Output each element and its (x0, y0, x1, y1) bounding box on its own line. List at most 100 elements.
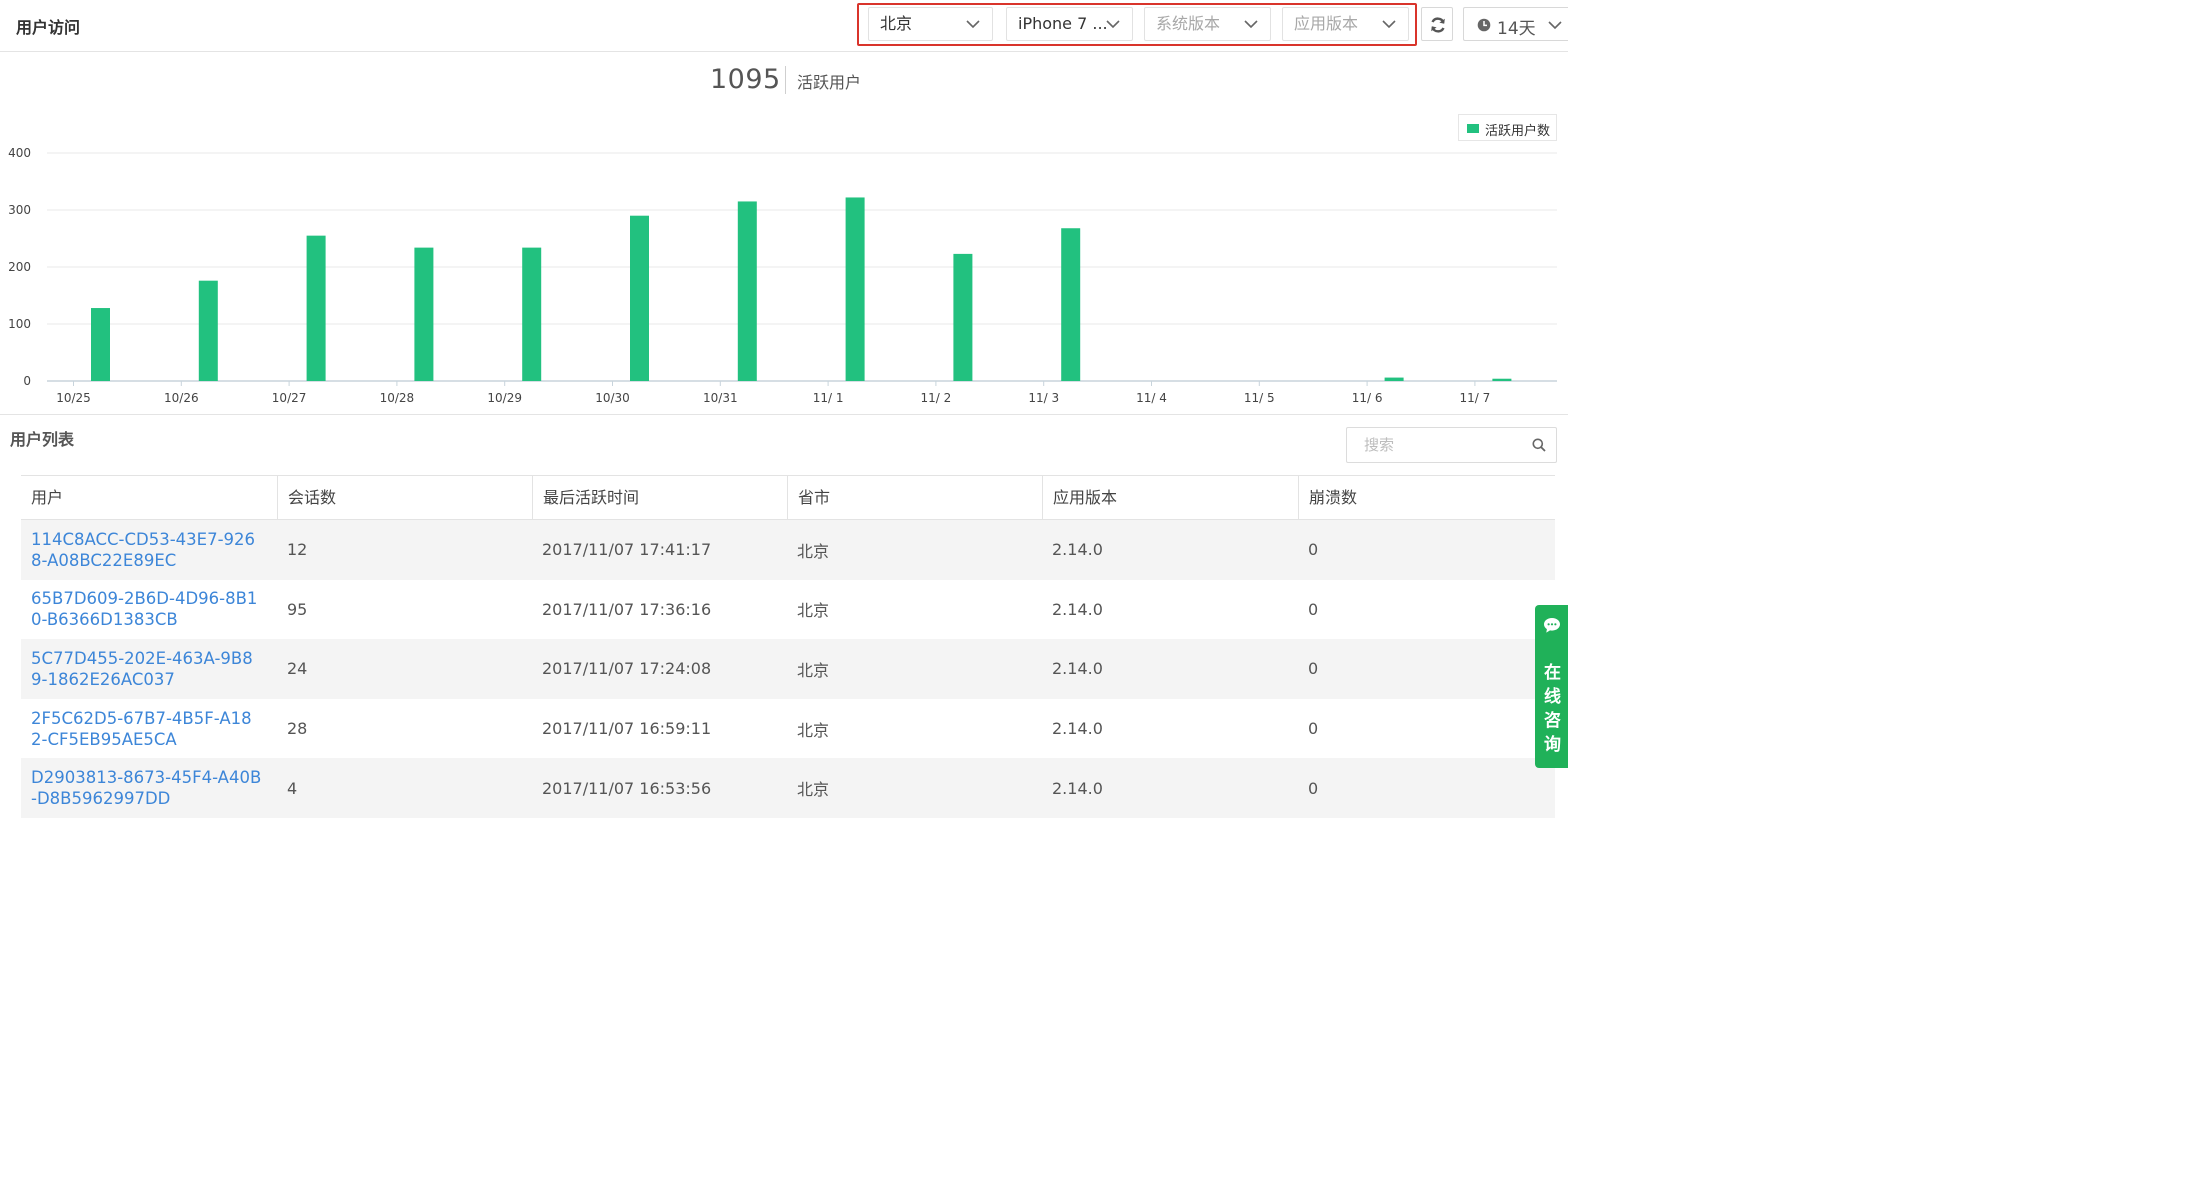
table-cell: 2017/11/07 17:36:16 (542, 599, 712, 619)
table-cell: 28 (287, 719, 308, 739)
table-header: 用户 会话数 最后活跃时间 省市 应用版本 崩溃数 (21, 475, 1555, 520)
user-id-link[interactable]: 2F5C62D5-67B7-4B5F-A182-CF5EB95AE5CA (21, 699, 266, 759)
active-users-bar-chart: 0 100 200 300 400 10/25 10/26 10/27 10/28 10/29 10… (8, 146, 1557, 405)
table-cell: 95 (287, 599, 308, 619)
chat-bubble-icon (1544, 618, 1560, 633)
x-tick-label: 10/28 (380, 391, 415, 405)
bar (198, 280, 218, 381)
table-cell: 0 (1308, 659, 1319, 679)
y-tick-label: 300 (8, 203, 31, 217)
table-cell: 0 (1308, 778, 1319, 798)
x-tick-label: 10/25 (56, 391, 91, 405)
x-tick-label: 11/ 3 (1028, 391, 1059, 405)
table-row[interactable]: 65B7D609-2B6D-4D96-8B10-B6366D1383CB 95 20… (21, 579, 1555, 640)
column-header[interactable]: 最后活跃时间 (532, 476, 787, 520)
table-cell: 2017/11/07 16:53:56 (542, 778, 712, 798)
table-cell: 2.14.0 (1052, 719, 1103, 739)
user-id-link[interactable]: D2903813-8673-45F4-A40B-D8B5962997DD (21, 758, 266, 818)
page-title: 用户访问 (16, 18, 81, 37)
table-row[interactable]: 5C77D455-202E-463A-9B89-1862E26AC037 24 20… (21, 639, 1555, 699)
y-tick-label: 0 (23, 374, 31, 388)
table-row[interactable]: 2F5C62D5-67B7-4B5F-A182-CF5EB95AE5CA 28 20… (21, 698, 1555, 759)
table-cell: 北京 (797, 660, 830, 680)
bar (1384, 377, 1404, 381)
refresh-button[interactable] (1421, 7, 1453, 41)
app-version-select[interactable]: 应用版本 (1282, 7, 1409, 41)
x-tick-label: 11/ 5 (1244, 391, 1275, 405)
column-header[interactable]: 省市 (787, 476, 1042, 520)
x-tick-label: 11/ 2 (921, 391, 952, 405)
table-cell: 24 (287, 659, 308, 679)
legend-label: 活跃用户数 (1485, 124, 1551, 139)
bar (1061, 228, 1081, 381)
user-list-title: 用户列表 (10, 430, 75, 449)
consult-label: 在线咨询 (1544, 663, 1561, 755)
bar (91, 308, 110, 381)
chart-legend[interactable]: 活跃用户数 (1458, 114, 1557, 141)
user-id-link[interactable]: 114C8ACC-CD53-43E7-9268-A08BC22E89EC (21, 520, 266, 580)
top-bar: 用户访问 北京 iPhone 7 ... 系统版本 应用版本 14天 (0, 0, 1568, 52)
column-header[interactable]: 会话数 (277, 476, 532, 520)
refresh-icon (1431, 17, 1445, 33)
app-version-placeholder: 应用版本 (1294, 14, 1359, 33)
os-version-select[interactable]: 系统版本 (1144, 7, 1271, 41)
user-table: 用户 会话数 最后活跃时间 省市 应用版本 崩溃数 114C8ACC-CD53-43E7-… (21, 475, 1555, 818)
bar (737, 201, 757, 381)
table-cell: 北京 (797, 780, 830, 800)
x-tick-label: 11/ 7 (1460, 391, 1491, 405)
chevron-down-icon (1106, 17, 1120, 31)
bar (630, 215, 649, 381)
online-consult-button[interactable]: 在线咨询 (1535, 605, 1568, 768)
bar (845, 197, 865, 381)
x-tick-label: 10/26 (164, 391, 199, 405)
column-header[interactable]: 用户 (21, 476, 277, 520)
city-select-value: 北京 (880, 14, 913, 33)
clock-icon (1477, 18, 1491, 32)
bar (1492, 378, 1512, 381)
column-header[interactable]: 崩溃数 (1298, 476, 1555, 520)
section-divider (0, 414, 1568, 415)
city-select[interactable]: 北京 (868, 7, 993, 41)
table-cell: 2017/11/07 17:41:17 (542, 540, 712, 560)
table-cell: 0 (1308, 599, 1319, 619)
device-select[interactable]: iPhone 7 ... (1006, 7, 1133, 41)
x-tick-label: 10/27 (272, 391, 307, 405)
legend-swatch (1467, 124, 1479, 133)
time-range-button[interactable]: 14天 (1463, 7, 1568, 41)
bar (522, 247, 542, 381)
search-input[interactable] (1348, 429, 1518, 461)
x-tick-label: 11/ 1 (813, 391, 844, 405)
search-icon[interactable] (1532, 438, 1546, 452)
y-tick-label: 200 (8, 260, 31, 274)
chevron-down-icon (1382, 17, 1396, 31)
x-tick-label: 10/31 (703, 391, 738, 405)
table-cell: 北京 (797, 601, 830, 621)
table-body: 114C8ACC-CD53-43E7-9268-A08BC22E89EC 12 20… (21, 520, 1555, 818)
user-id-link[interactable]: 5C77D455-202E-463A-9B89-1862E26AC037 (21, 639, 266, 699)
table-cell: 2.14.0 (1052, 659, 1103, 679)
table-cell: 北京 (797, 541, 830, 561)
chevron-down-icon (1244, 17, 1258, 31)
table-row[interactable]: D2903813-8673-45F4-A40B-D8B5962997DD 4 201… (21, 758, 1555, 818)
chevron-down-icon (1548, 21, 1562, 30)
table-cell: 北京 (797, 720, 830, 740)
user-id-link[interactable]: 65B7D609-2B6D-4D96-8B10-B6366D1383CB (21, 580, 266, 640)
table-cell: 2017/11/07 17:24:08 (542, 659, 712, 679)
search-box[interactable] (1346, 427, 1557, 463)
table-cell: 2.14.0 (1052, 540, 1103, 560)
device-select-value: iPhone 7 ... (1018, 14, 1108, 33)
bar (414, 247, 434, 381)
bar (306, 235, 326, 381)
column-header[interactable]: 应用版本 (1042, 476, 1298, 520)
table-cell: 0 (1308, 719, 1319, 739)
table-cell: 12 (287, 540, 308, 560)
x-tick-label: 10/30 (595, 391, 630, 405)
y-tick-label: 400 (8, 146, 31, 160)
table-cell: 2.14.0 (1052, 599, 1103, 619)
table-row[interactable]: 114C8ACC-CD53-43E7-9268-A08BC22E89EC 12 20… (21, 520, 1555, 580)
x-tick-label: 10/29 (487, 391, 522, 405)
table-cell: 0 (1308, 540, 1319, 560)
x-tick-label: 11/ 4 (1136, 391, 1167, 405)
os-version-placeholder: 系统版本 (1156, 14, 1221, 33)
kpi-divider (785, 66, 786, 94)
